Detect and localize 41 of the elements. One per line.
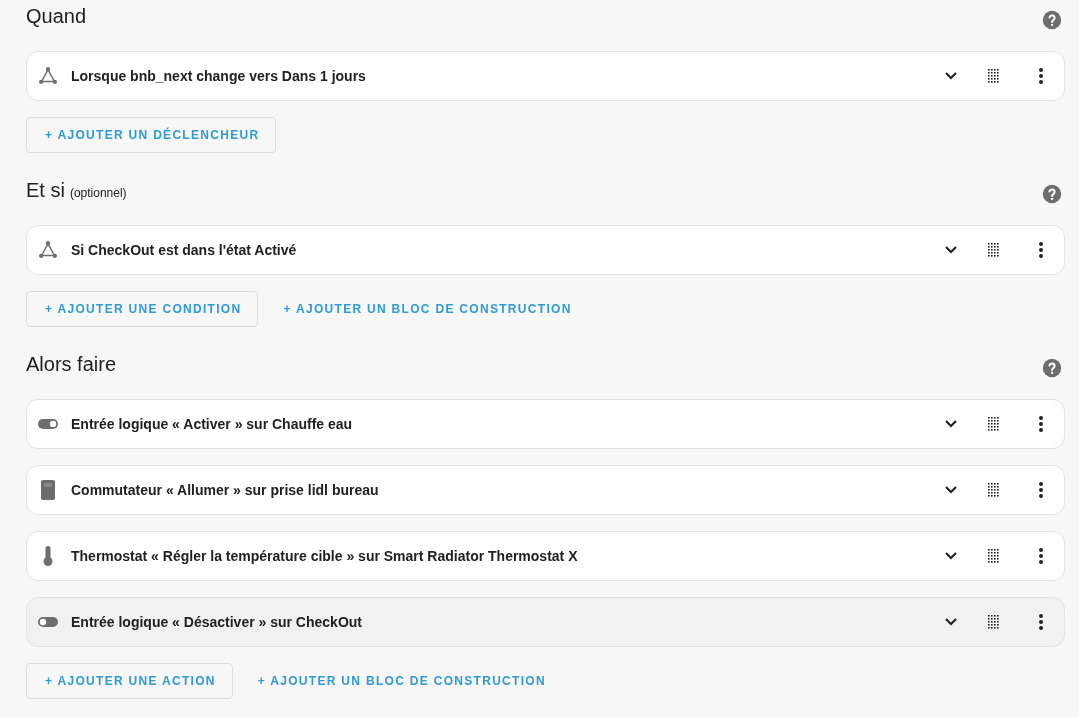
help-icon[interactable] <box>1041 183 1063 205</box>
drag-handle-icon[interactable] <box>988 417 1000 431</box>
row-label: Commutateur « Allumer » sur prise lidl bureau <box>71 482 380 498</box>
drag-handle-icon[interactable] <box>988 549 1000 563</box>
row-label: Entrée logique « Activer » sur Chauffe eau <box>71 416 354 432</box>
more-options-icon[interactable] <box>1038 241 1044 259</box>
more-options-icon[interactable] <box>1038 481 1044 499</box>
drag-handle-icon[interactable] <box>988 483 1000 497</box>
chevron-down-icon[interactable] <box>944 245 958 255</box>
automation-row[interactable]: Commutateur « Allumer » sur prise lidl bureau <box>26 465 1065 515</box>
nodes-icon <box>37 65 59 87</box>
automation-row[interactable]: Si CheckOut est dans l'état Activé <box>26 225 1065 275</box>
row-label: Si CheckOut est dans l'état Activé <box>71 242 298 258</box>
section-title: Et si <box>26 179 65 202</box>
nodes-icon <box>37 239 59 261</box>
chevron-down-icon[interactable] <box>944 71 958 81</box>
more-options-icon[interactable] <box>1038 415 1044 433</box>
help-icon[interactable] <box>1041 357 1063 379</box>
row-label: Thermostat « Régler la température cible » sur Smart Radiator Thermostat X <box>71 548 579 564</box>
chevron-down-icon[interactable] <box>944 617 958 627</box>
drag-handle-icon[interactable] <box>988 615 1000 629</box>
chevron-down-icon[interactable] <box>944 551 958 561</box>
automation-row[interactable]: Entrée logique « Activer » sur Chauffe eau <box>26 399 1065 449</box>
automation-row[interactable]: Lorsque bnb_next change vers Dans 1 jours <box>26 51 1065 101</box>
automation-row[interactable]: Thermostat « Régler la température cible » sur Smart Radiator Thermostat X <box>26 531 1065 581</box>
section-title: Quand <box>26 5 87 28</box>
row-label: Entrée logique « Désactiver » sur CheckOut <box>71 614 363 630</box>
drag-handle-icon[interactable] <box>988 243 1000 257</box>
drag-handle-icon[interactable] <box>988 69 1000 83</box>
section-subtitle: (optionnel) <box>69 186 127 200</box>
toggle-icon <box>37 418 59 430</box>
automation-row[interactable]: Entrée logique « Désactiver » sur CheckOut <box>26 597 1065 647</box>
chevron-down-icon[interactable] <box>944 485 958 495</box>
row-label: Lorsque bnb_next change vers Dans 1 jours <box>71 68 367 84</box>
more-options-icon[interactable] <box>1038 613 1044 631</box>
chevron-down-icon[interactable] <box>944 419 958 429</box>
more-options-icon[interactable] <box>1038 67 1044 85</box>
section-title: Alors faire <box>26 353 117 376</box>
toggle-icon <box>37 616 59 628</box>
help-icon[interactable] <box>1041 9 1063 31</box>
more-options-icon[interactable] <box>1038 547 1044 565</box>
